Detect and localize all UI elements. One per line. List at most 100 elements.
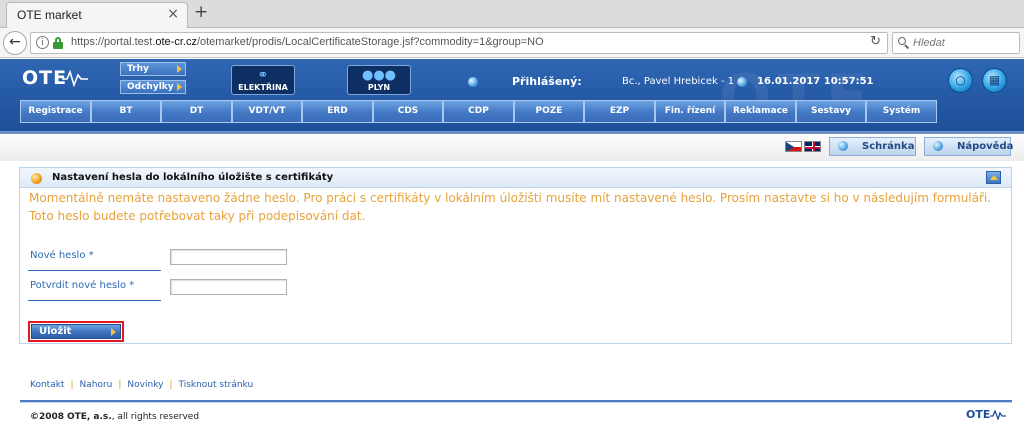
reload-icon[interactable]: ↻ [870, 34, 881, 49]
menu-item-reklamace[interactable]: Reklamace [725, 100, 796, 123]
browser-tab[interactable]: OTE market × [6, 2, 188, 28]
collapse-up-icon [990, 175, 998, 180]
menu-item-cdp[interactable]: CDP [443, 100, 514, 123]
menu-item-bt[interactable]: BT [91, 100, 161, 123]
odchylky-label: Odchylky [127, 82, 174, 92]
save-button[interactable]: Uložit [31, 324, 121, 339]
chat-button[interactable]: ○ [948, 68, 973, 93]
confirm-password-label: Potvrdit nové heslo * [30, 280, 135, 291]
lock-icon[interactable] [53, 37, 63, 49]
copyright-company: OTE, a.s. [66, 412, 112, 422]
info-message: Momentálně nemáte nastaveno žádne heslo.… [29, 191, 992, 223]
czech-flag-icon[interactable] [785, 141, 802, 152]
help-orb-icon [933, 141, 943, 151]
page-root: OTE market × + ← i https://portal.test.o… [0, 0, 1024, 433]
footer-link-nahoru[interactable]: Nahoru [80, 380, 113, 390]
panel-header: Nastavení hesla do lokálního úložište s … [20, 168, 1011, 188]
site-header: OTE OTE Trhy Odchylky ⚭ ELEKTŘINA ●●● PL… [0, 59, 1024, 134]
menu-item-fin-rizeni[interactable]: Fin. řízení [655, 100, 725, 123]
info-icon[interactable]: i [36, 36, 49, 49]
inbox-label: Schránka [862, 141, 915, 152]
footer-separator: | [118, 380, 122, 390]
menu-item-cds[interactable]: CDS [373, 100, 443, 123]
footer-divider-light [20, 402, 1012, 403]
gas-flame-icon: ●●● [361, 68, 397, 83]
save-button-highlight: Uložit [28, 321, 124, 342]
new-password-label: Nové heslo * [30, 250, 94, 261]
new-password-underline [28, 270, 161, 271]
commodity-electricity-button[interactable]: ⚭ ELEKTŘINA [231, 65, 295, 95]
menu-item-registrace[interactable]: Registrace [20, 100, 91, 123]
windows-icon: ▦ [988, 73, 1001, 87]
plug-icon: ⚭ [257, 68, 269, 83]
chat-bubble-icon: ○ [955, 73, 966, 87]
page-toolbar: Schránka Nápověda [0, 131, 1024, 161]
footer-logo-wave-icon [990, 409, 1007, 421]
menu-item-sestavy[interactable]: Sestavy [796, 100, 866, 123]
toolbar-divider [0, 131, 1024, 134]
tab-title: OTE market [17, 8, 82, 22]
search-input[interactable] [913, 34, 1013, 52]
help-button[interactable]: Nápověda [924, 137, 1014, 156]
trhy-label: Trhy [127, 64, 149, 74]
user-name: Bc., Pavel Hrebicek - 1 [622, 76, 735, 87]
help-label: Nápověda [957, 141, 1014, 152]
panel-orb-icon [31, 173, 42, 184]
back-arrow-icon[interactable]: ← [3, 31, 27, 55]
inbox-orb-icon [838, 141, 848, 151]
commodity-gas-button[interactable]: ●●● PLYN [347, 65, 411, 95]
search-icon [898, 37, 910, 49]
logo-wave-icon [62, 69, 88, 87]
url-path: /otemarket/prodis/LocalCertificateStorag… [196, 36, 544, 48]
header-watermark: OTE [718, 61, 874, 134]
address-bar[interactable]: i https://portal.test.ote-cr.cz/otemarke… [30, 32, 888, 54]
url-text[interactable]: https://portal.test.ote-cr.cz/otemarket/… [71, 36, 544, 48]
password-panel: Nastavení hesla do lokálního úložište s … [19, 167, 1012, 344]
arrow-right-icon [177, 83, 182, 91]
arrow-right-icon [177, 65, 182, 73]
close-tab-icon[interactable]: × [167, 6, 179, 22]
confirm-password-input[interactable] [170, 279, 287, 295]
odchylky-button[interactable]: Odchylky [120, 80, 186, 94]
confirm-password-underline [28, 300, 161, 301]
copyright: ©2008 OTE, a.s., all rights reserved [30, 412, 199, 422]
copyright-year: ©2008 [30, 412, 65, 422]
arrow-right-icon [111, 328, 116, 336]
menu-item-vdt-vt[interactable]: VDT/VT [232, 100, 302, 123]
footer-separator: | [169, 380, 173, 390]
footer-links: Kontakt | Nahoru | Novinky | Tisknout stránku [30, 380, 253, 390]
menu-item-dt[interactable]: DT [161, 100, 232, 123]
url-domain: ote-cr.cz [155, 36, 197, 48]
browser-nav-bar: ← i https://portal.test.ote-cr.cz/otemar… [0, 28, 1024, 58]
english-flag-icon[interactable] [804, 141, 821, 152]
inbox-button[interactable]: Schránka [829, 137, 916, 156]
trhy-button[interactable]: Trhy [120, 62, 186, 76]
logged-in-label: Přihlášený: [512, 75, 582, 88]
save-label: Uložit [39, 326, 72, 337]
panel-title: Nastavení hesla do lokálního úložište s … [52, 172, 334, 183]
menu-item-ezp[interactable]: EZP [584, 100, 655, 123]
browser-tab-bar: OTE market × + [0, 0, 1024, 28]
commodity-gas-label: PLYN [367, 83, 391, 92]
footer-logo-text: OTE [966, 408, 991, 421]
footer-link-novinky[interactable]: Novinky [127, 380, 163, 390]
commodity-electricity-label: ELEKTŘINA [238, 83, 288, 92]
footer-link-kontakt[interactable]: Kontakt [30, 380, 64, 390]
clock-orb-icon [737, 77, 747, 87]
new-tab-icon[interactable]: + [194, 2, 208, 22]
new-password-input[interactable] [170, 249, 287, 265]
menu-item-poze[interactable]: POZE [514, 100, 584, 123]
copyright-rest: , all rights reserved [111, 412, 200, 422]
browser-search-box[interactable] [892, 32, 1020, 54]
url-prefix: https://portal.test. [71, 36, 156, 48]
menu-item-erd[interactable]: ERD [302, 100, 373, 123]
footer-separator: | [70, 380, 74, 390]
status-orb-icon [468, 77, 478, 87]
ote-logo[interactable]: OTE [22, 67, 67, 89]
collapse-button[interactable] [986, 171, 1001, 184]
current-datetime: 16.01.2017 10:57:51 [757, 76, 874, 87]
windows-button[interactable]: ▦ [982, 68, 1007, 93]
footer-ote-logo: OTE [966, 408, 1007, 421]
footer-link-print[interactable]: Tisknout stránku [178, 380, 253, 390]
menu-item-system[interactable]: Systém [866, 100, 937, 123]
